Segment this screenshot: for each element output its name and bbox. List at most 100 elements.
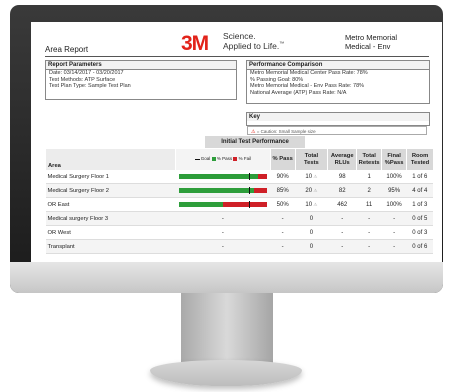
average-rlus-column-header: Average RLUs [327,149,357,170]
pass-segment [178,188,254,193]
area-name-cell: Medical surgery Floor 3 [45,211,176,226]
report-parameters-heading: Report Parameters [46,61,236,70]
room-tested-cell: 0 of 3 [406,225,433,240]
pass-swatch [211,157,216,162]
brand-tagline-2: Applied to Life.™ [223,41,285,51]
room-tested-column-header: Room Tested [406,149,433,170]
total-tests-cell: 0 [295,211,328,226]
comparison-line: Metro Memorial Medical - Env Pass Rate: … [250,83,365,90]
pass-percent-cell: - [270,225,296,240]
room-tested-cell: 0 of 6 [406,239,433,254]
monitor-stand-base [150,360,302,386]
average-rlus-cell: - [327,211,357,226]
pass-percent-cell: - [270,239,296,254]
pass-bar-cell: - [175,211,271,226]
table-row[interactable]: Medical surgery Floor 3--0---0 of 5 [45,211,433,226]
organization-unit: Medical - Env [345,42,391,51]
caution-icon: ⚠ [312,201,318,207]
final-pass-cell: - [381,239,407,254]
total-tests-value: 0 [309,215,314,222]
area-name-cell: OR West [45,225,176,240]
fail-swatch [233,157,238,162]
comparison-line: National Average (ATP) Pass Rate: N/A [250,89,347,96]
room-tested-cell: 4 of 4 [406,183,433,198]
fail-segment [258,174,267,179]
area-column-header: Area [45,149,176,170]
area-name-cell: Transplant [45,239,176,254]
total-retests-cell: - [356,211,382,226]
total-retests-cell: - [356,225,382,240]
total-retests-cell: - [356,239,382,254]
pass-percent-cell: 90% [270,170,296,184]
pass-percent-cell: 50% [270,197,296,212]
performance-comparison-panel: Performance Comparison Metro Memorial Me… [246,60,430,104]
pass-bar-cell [175,197,271,212]
pass-fail-bar [178,201,267,208]
total-tests-value: 0 [309,243,314,250]
key-heading: Key [247,113,429,121]
monitor-stand-neck [181,293,273,363]
total-tests-cell: 10 ⚠ [295,170,328,184]
table-row[interactable]: Transplant - -0- - -0 of 6 [45,239,433,254]
area-results-table: Area Goal % Pass % Fail % Pass Total Tes… [45,149,433,254]
total-tests-cell: 0 [295,225,328,240]
average-rlus-cell: 462 [327,197,357,212]
pass-fail-bar [178,173,267,180]
key-panel: Key [246,112,430,126]
caution-text: = Caution: Small Sample size [256,129,316,134]
goal-marker [249,201,251,208]
total-retests-cell: 2 [356,183,382,198]
chart-legend: Goal % Pass % Fail [194,156,251,162]
total-retests-cell: 1 [356,170,382,184]
table-row[interactable]: Medical Surgery Floor 2 85% 20 ⚠ 82 2 95% 4 of… [45,183,433,198]
area-name-cell: Medical Surgery Floor 1 [45,170,176,184]
monitor-chin [10,262,443,293]
table-row[interactable]: Medical Surgery Floor 1 90% 10 ⚠ 98 1 100% 1 o… [45,170,433,184]
pass-bar-cell [175,183,271,198]
pass-segment [178,202,223,207]
report-parameters-panel: Report Parameters Date: 03/14/2017 - 03/… [45,60,237,100]
performance-comparison-heading: Performance Comparison [247,61,429,70]
pass-fail-bar [178,187,267,194]
parameter-line: Date: 03/14/2017 - 03/20/2017 [49,70,124,76]
total-tests-column-header: Total Tests [294,149,328,170]
table-header-row: Area Goal % Pass % Fail % Pass Total Tes… [45,149,433,170]
total-tests-value: 0 [309,229,314,236]
fail-segment [222,202,267,207]
pass-column-header: % Pass [269,149,296,170]
goal-marker [249,173,251,180]
area-name-cell: OR East [45,197,176,212]
room-tested-cell: 1 of 3 [406,197,433,212]
header-divider [45,56,429,57]
fail-segment [253,188,267,193]
comparison-line: % Passing Goal: 80% [250,76,304,83]
total-tests-cell: 10 ⚠ [295,197,328,212]
average-rlus-cell: 82 [327,183,357,198]
final-pass-cell: - [381,211,407,226]
total-retests-cell: 11 [356,197,382,212]
room-tested-cell: 0 of 5 [406,211,433,226]
final-pass-cell: 100% [381,197,407,212]
room-tested-cell: 1 of 6 [406,170,433,184]
parameter-line: Test Plan Type: Sample Test Plan [49,83,131,90]
final-pass-cell: 100% [381,170,407,184]
total-tests-cell: 20 ⚠ [295,183,328,198]
table-row[interactable]: OR West - -0- - -0 of 3 [45,225,433,240]
average-rlus-cell: 98 [327,170,357,184]
brand-tagline-1: Science. [223,31,256,41]
parameter-line: Test Methods: ATP Surface [49,76,116,83]
comparison-line: Metro Memorial Medical Center Pass Rate:… [250,70,368,76]
report-screen: Area Report 3M Science. Applied to Life.… [31,22,442,266]
average-rlus-cell: - [327,239,357,254]
monitor-frame: Area Report 3M Science. Applied to Life.… [10,5,443,293]
table-row[interactable]: OR East 50% 10 ⚠ 462 11 100% 1 of 3 [45,197,433,212]
warning-triangle-icon: ⚠ [251,129,256,135]
average-rlus-cell: - [327,225,357,240]
caution-key: ⚠ = Caution: Small Sample size [247,126,427,135]
area-name-cell: Medical Surgery Floor 2 [45,183,176,198]
pass-percent-cell: 85% [270,183,296,198]
organization-name: Metro Memorial [345,33,398,42]
initial-test-performance-header: Initial Test Performance [205,136,305,148]
pass-percent-cell: - [270,211,296,226]
total-retests-column-header: Total Retests [356,149,382,170]
